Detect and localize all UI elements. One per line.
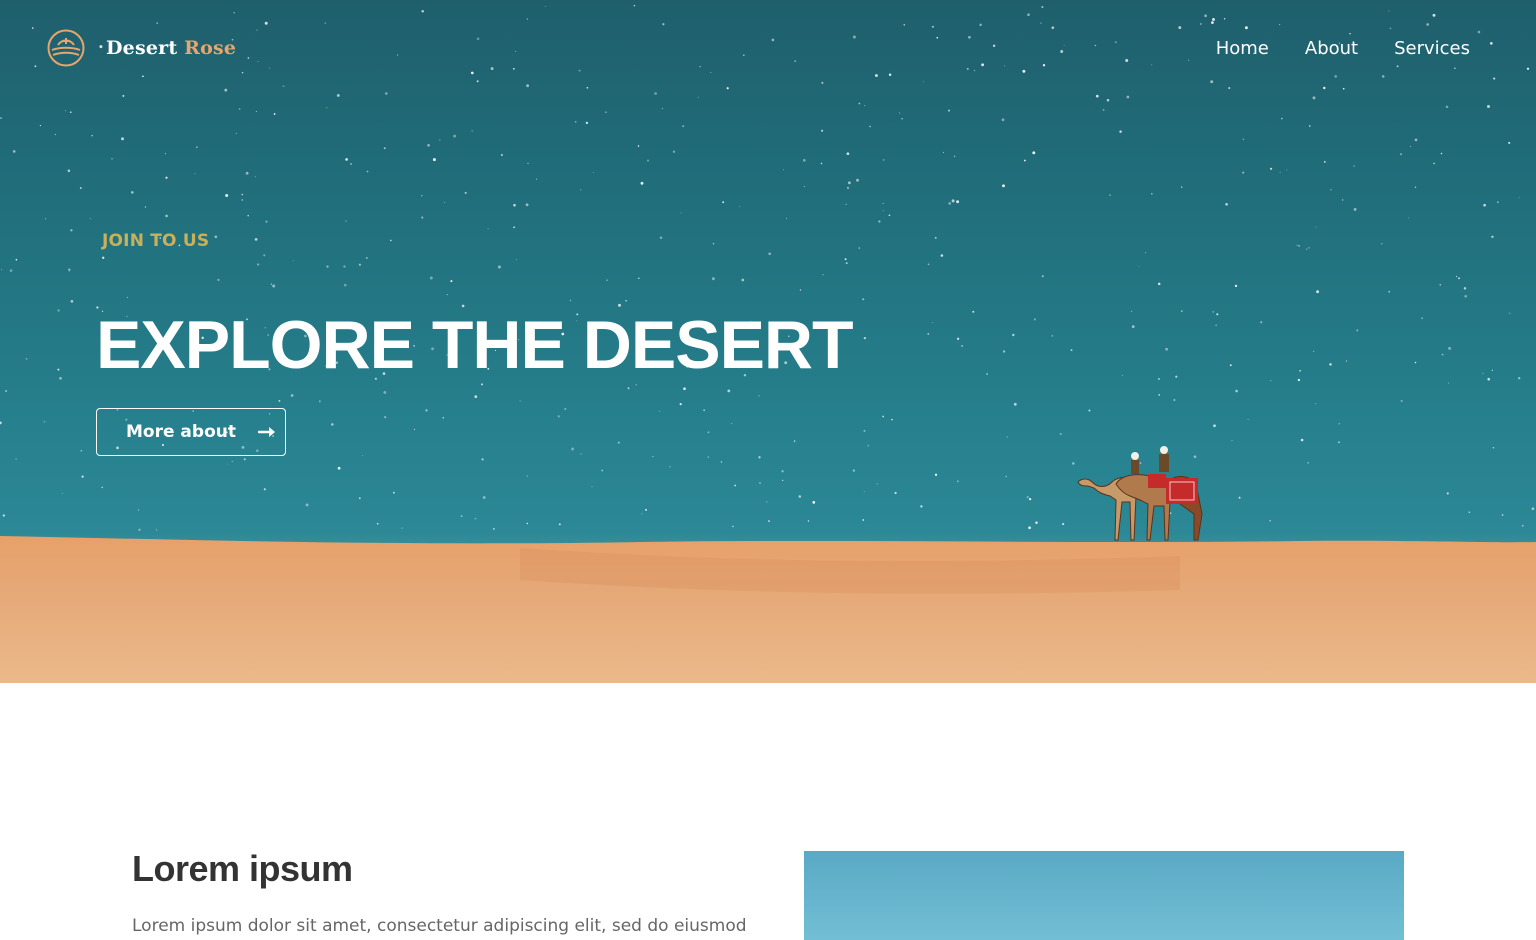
section-paragraph: Lorem ipsum dolor sit amet, consectetur … [132, 916, 747, 936]
brand-logo[interactable]: Desert Rose [46, 28, 236, 68]
more-about-label: More about [126, 422, 236, 442]
hero-section: Desert Rose Home About Services JOIN TO … [0, 0, 1536, 683]
arrow-right-icon [257, 427, 275, 437]
hero-eyebrow: JOIN TO US [102, 231, 210, 251]
section-title: Lorem ipsum [132, 848, 353, 889]
more-about-button[interactable]: More about [96, 408, 286, 456]
nav-home[interactable]: Home [1216, 38, 1269, 59]
brand-name-part1: Desert [106, 37, 185, 59]
brand-name: Desert Rose [106, 37, 236, 59]
nav-services[interactable]: Services [1394, 38, 1470, 59]
hero-title: EXPLORE THE DESERT [96, 307, 854, 383]
section-image [804, 851, 1404, 940]
brand-name-part2: Rose [184, 37, 237, 59]
top-navigation-bar: Desert Rose Home About Services [0, 0, 1536, 96]
main-nav: Home About Services [1216, 38, 1470, 59]
sun-over-dunes-icon [47, 29, 85, 67]
camel-riders-illustration [1077, 446, 1203, 541]
nav-about[interactable]: About [1305, 38, 1358, 59]
